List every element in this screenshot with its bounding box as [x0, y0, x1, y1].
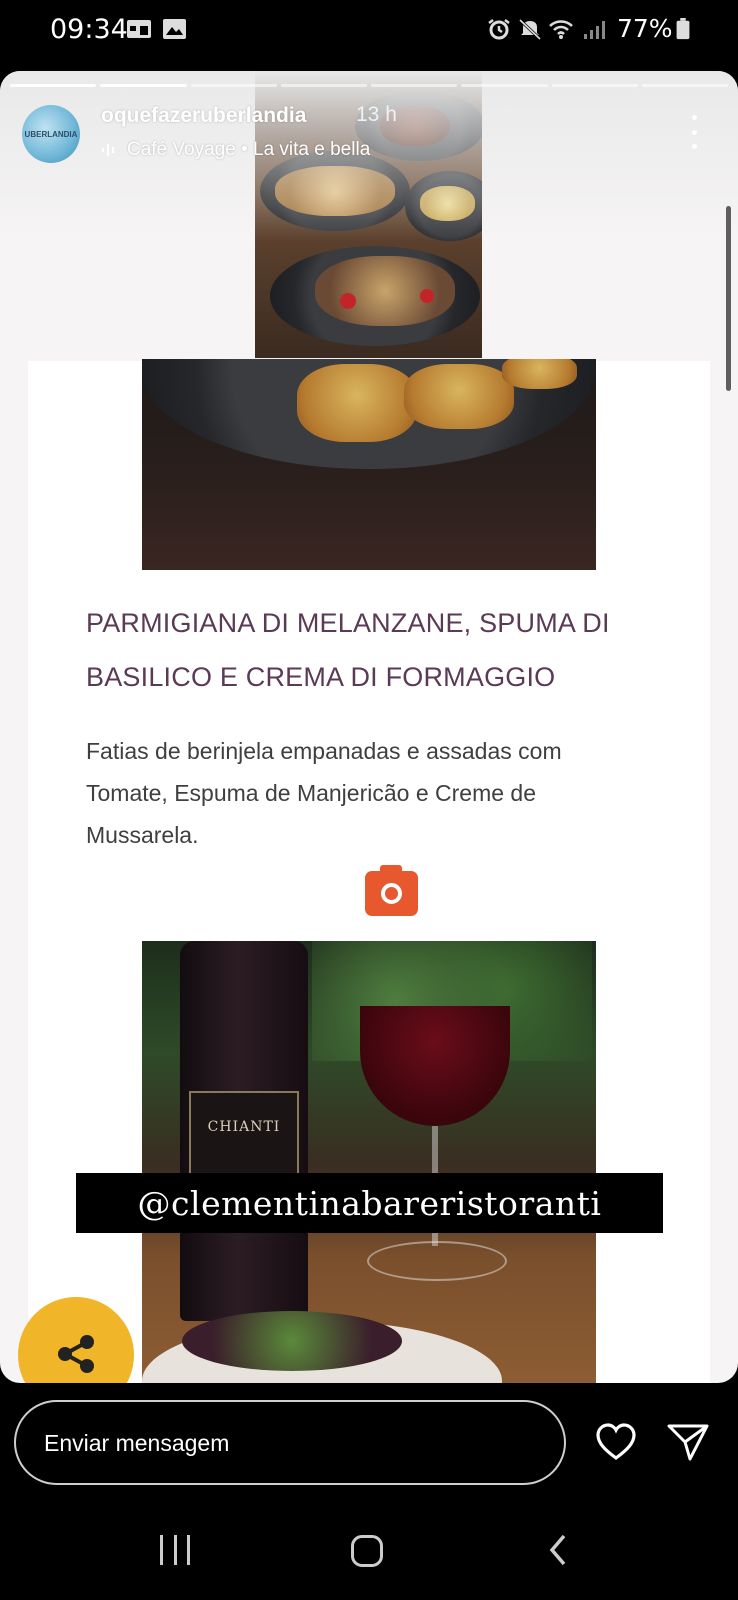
- audio-bars-icon: [102, 144, 114, 156]
- avatar-text: UBERLANDIA: [24, 129, 78, 139]
- camera-icon: [365, 865, 418, 916]
- progress-segment: [551, 84, 638, 87]
- progress-segment: [190, 84, 277, 87]
- share-icon: [58, 1335, 94, 1373]
- battery-percentage: 77%: [617, 14, 673, 43]
- calendar-icon: [127, 20, 151, 38]
- story-time: 13 h: [356, 103, 397, 126]
- battery-icon: [676, 18, 690, 40]
- status-bar: 09:34 77%: [0, 0, 738, 62]
- progress-segment: [280, 84, 367, 87]
- send-icon[interactable]: [666, 1422, 710, 1462]
- dish-title: PARMIGIANA DI MELANZANE, SPUMA DI BASILI…: [86, 608, 610, 692]
- page-scrollbar: [726, 206, 731, 391]
- music-attribution[interactable]: Café Voyage • La vita e bella: [101, 139, 370, 161]
- username[interactable]: oquefazeruberlandia: [101, 104, 306, 128]
- story-viewer[interactable]: UBERLANDIA oquefazeruberlandia 13 h Café…: [0, 71, 738, 1383]
- gallery-icon: [163, 19, 186, 39]
- progress-segment: [461, 84, 548, 87]
- story-progress-bar: [10, 84, 728, 87]
- mute-icon: [518, 18, 542, 40]
- progress-segment: [100, 84, 187, 87]
- progress-segment: [641, 84, 728, 87]
- dish-description: Fatias de berinjela empanadas e assadas …: [86, 738, 562, 848]
- wine-label: CHIANTI: [189, 1091, 299, 1186]
- wine-photo: CHIANTI: [142, 941, 596, 1383]
- alarm-icon: [488, 19, 510, 40]
- wifi-icon: [549, 20, 573, 39]
- progress-segment: [10, 84, 97, 87]
- message-placeholder: Enviar mensagem: [44, 1430, 230, 1456]
- heart-icon[interactable]: [595, 1422, 637, 1462]
- home-icon[interactable]: [351, 1535, 383, 1567]
- message-input[interactable]: Enviar mensagem: [14, 1400, 566, 1485]
- recent-apps-icon[interactable]: [160, 1535, 190, 1565]
- navigation-bar: [0, 1515, 738, 1600]
- avatar[interactable]: UBERLANDIA: [22, 105, 80, 163]
- music-title: Café Voyage • La vita e bella: [127, 139, 371, 160]
- food-photo-bread: [142, 359, 596, 570]
- mention-sticker[interactable]: @clementinabareristoranti: [76, 1173, 663, 1233]
- more-options-icon[interactable]: [682, 115, 706, 149]
- back-icon[interactable]: [548, 1533, 568, 1567]
- signal-icon: [584, 21, 605, 39]
- status-time: 09:34: [50, 14, 128, 45]
- progress-segment: [371, 84, 458, 87]
